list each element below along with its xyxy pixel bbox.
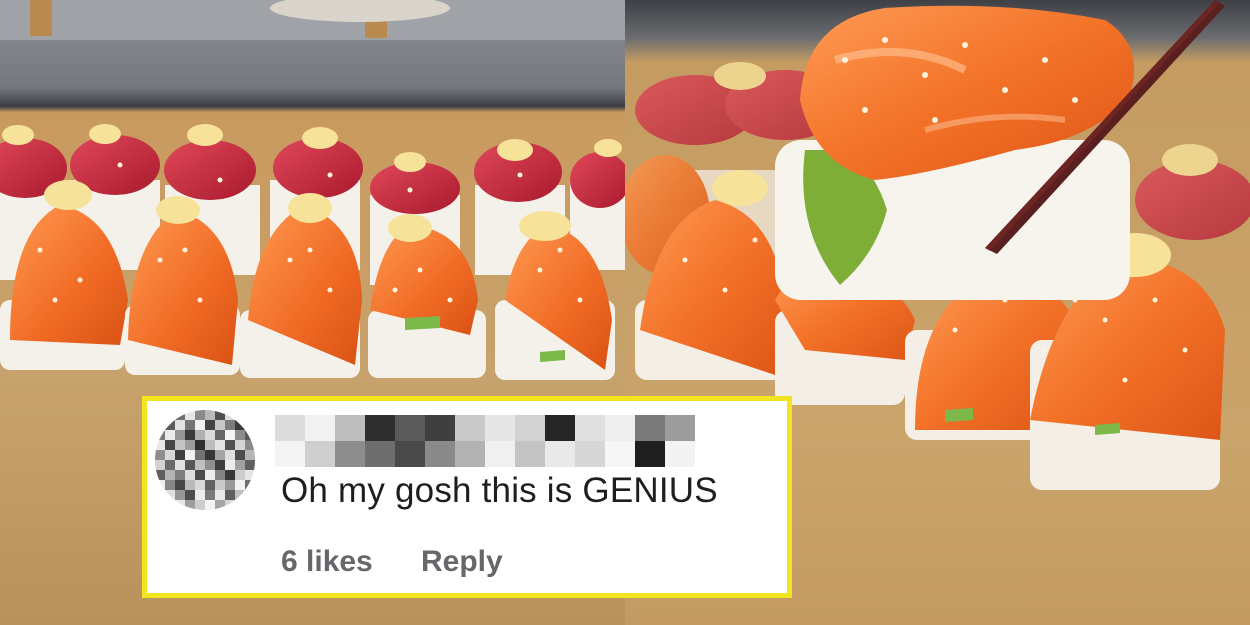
pixelated-username-image [275,415,699,467]
reply-button[interactable]: Reply [421,545,503,579]
avatar[interactable] [155,410,255,510]
likes-count[interactable]: 6 likes [281,545,373,579]
pixelated-avatar-image [155,410,255,510]
comment-text: Oh my gosh this is GENIUS [281,471,718,510]
username-redacted[interactable] [275,415,699,467]
comment-card: Oh my gosh this is GENIUS 6 likes Reply [142,396,792,598]
